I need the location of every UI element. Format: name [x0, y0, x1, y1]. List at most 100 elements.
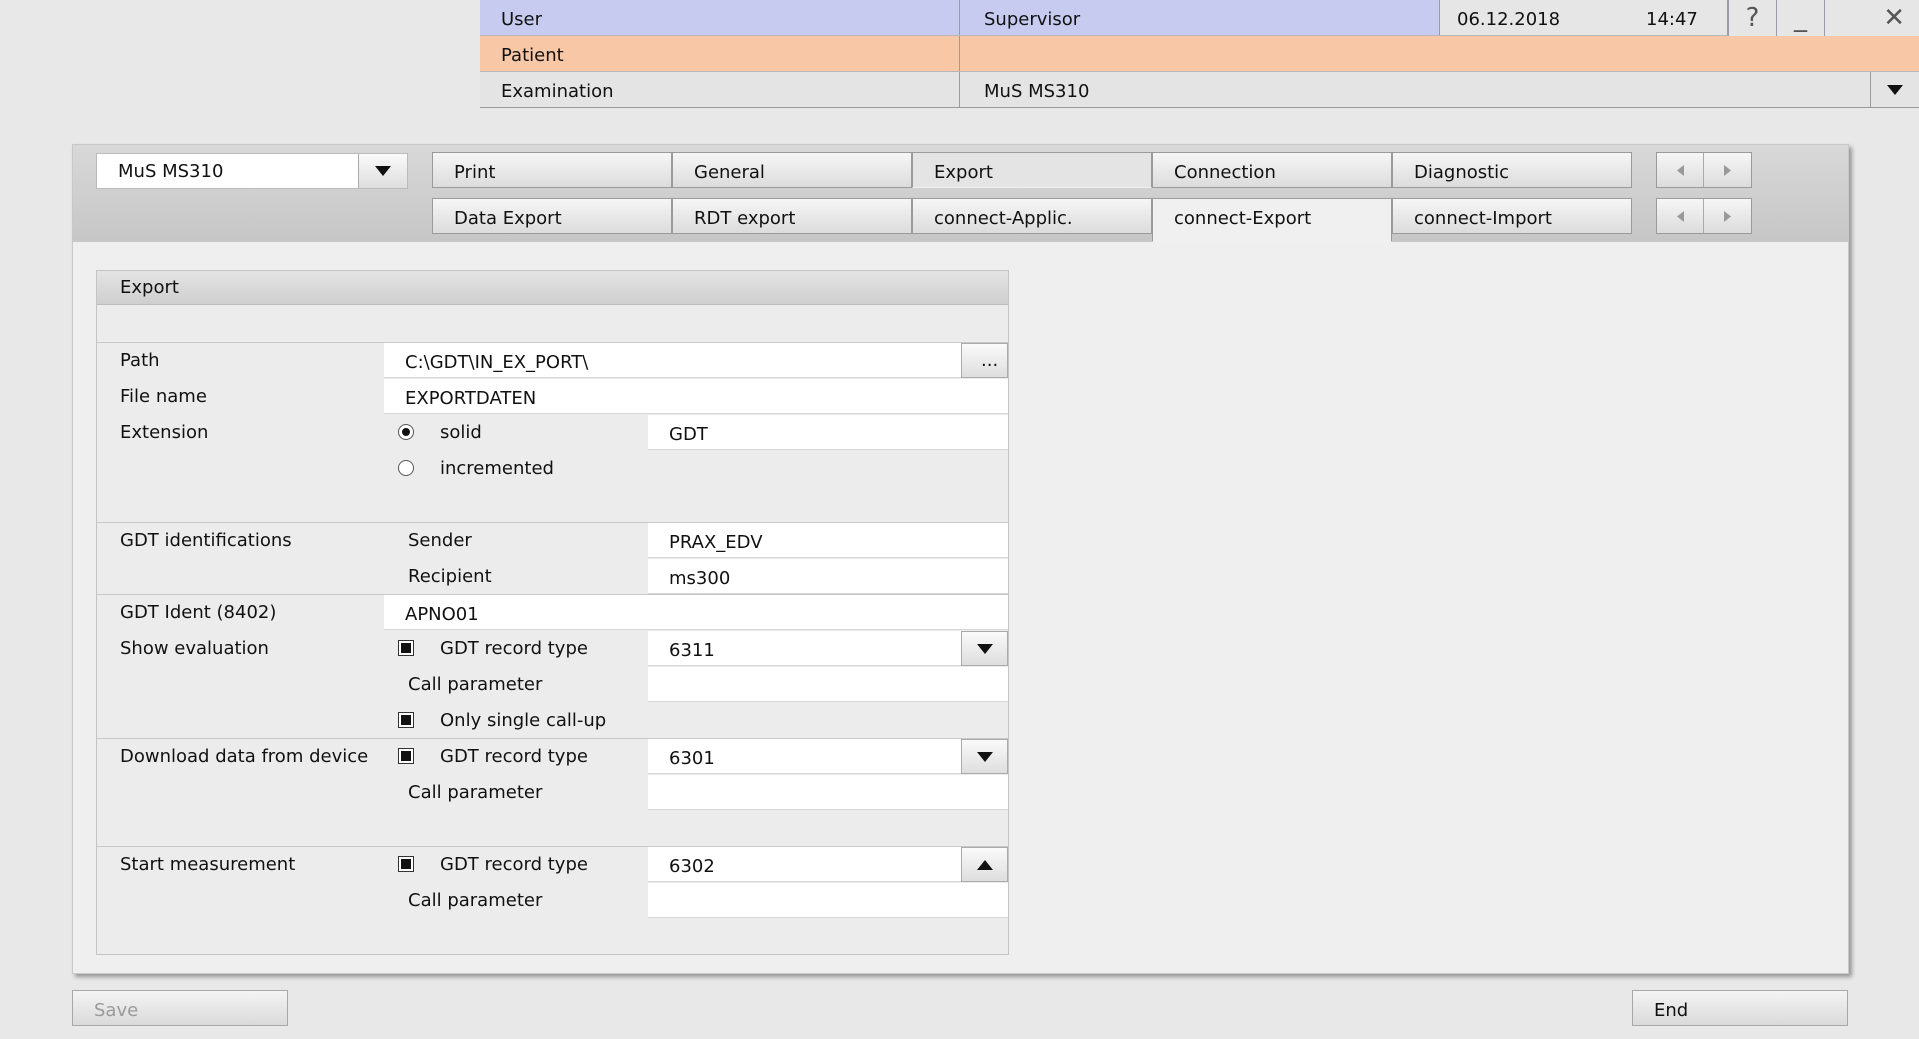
download-callparam-label: Call parameter [408, 782, 543, 803]
end-button[interactable]: End [1632, 990, 1848, 1026]
user-value-cell: Supervisor [960, 0, 1440, 35]
examination-label-cell: Examination [480, 72, 960, 107]
download-callparam-input[interactable] [648, 775, 1008, 810]
tab-label: RDT export [694, 208, 796, 229]
tab-print[interactable]: Print [432, 152, 672, 188]
tab-export[interactable]: Export [912, 152, 1152, 188]
extension-solid-input[interactable]: GDT [648, 415, 1008, 450]
recipient-input[interactable]: ms300 [648, 559, 1008, 594]
start-callparam-input[interactable] [648, 883, 1008, 918]
show-evaluation-record-select[interactable]: 6311 [648, 631, 1008, 666]
tab-diagnostic[interactable]: Diagnostic [1392, 152, 1632, 188]
extension-solid-label: solid [440, 422, 482, 443]
patient-label: Patient [501, 45, 564, 66]
user-row: User Supervisor 06.12.2018 14:47 ? _ ✕ [480, 0, 1919, 36]
device-select[interactable]: MuS MS310 [96, 153, 408, 189]
tab-data-export[interactable]: Data Export [432, 198, 672, 234]
save-button[interactable]: Save [72, 990, 288, 1026]
device-dropdown-button[interactable] [358, 154, 407, 188]
filename-input[interactable]: EXPORTDATEN [384, 379, 1008, 414]
save-button-label: Save [94, 1000, 139, 1021]
extension-label: Extension [120, 422, 209, 443]
download-record-value: 6301 [669, 748, 715, 769]
show-evaluation-record-label: GDT record type [440, 638, 588, 659]
gdt-ident-8402-input[interactable]: APNO01 [384, 595, 1008, 630]
patient-value-cell [960, 36, 1919, 71]
download-checkbox[interactable] [398, 748, 414, 764]
help-button[interactable]: ? [1728, 0, 1776, 36]
user-value: Supervisor [984, 9, 1081, 30]
start-record-value: 6302 [669, 856, 715, 877]
end-button-label: End [1654, 1000, 1689, 1021]
datetime-cell: 06.12.2018 14:47 [1440, 0, 1728, 35]
start-record-select[interactable]: 6302 [648, 847, 1008, 882]
chevron-down-icon [375, 166, 391, 176]
close-button[interactable]: ✕ [1824, 0, 1919, 36]
extension-solid-radio[interactable] [398, 424, 414, 440]
start-callparam-label: Call parameter [408, 890, 543, 911]
show-evaluation-callparam-input[interactable] [648, 667, 1008, 702]
filename-label: File name [120, 386, 207, 407]
tab-label: connect-Import [1414, 208, 1552, 229]
tab-connect-applic[interactable]: connect-Applic. [912, 198, 1152, 234]
sender-input[interactable]: PRAX_EDV [648, 523, 1008, 558]
sender-label: Sender [408, 530, 472, 551]
arrow-left-icon [1676, 164, 1684, 176]
user-label-cell: User [480, 0, 960, 35]
single-callup-label: Only single call-up [440, 710, 607, 731]
arrow-left-icon [1676, 210, 1684, 222]
tab-connect-import[interactable]: connect-Import [1392, 198, 1632, 234]
minimize-button[interactable]: _ [1776, 0, 1824, 36]
tab-general[interactable]: General [672, 152, 912, 188]
minimize-icon: _ [1794, 3, 1807, 33]
filename-value: EXPORTDATEN [405, 388, 537, 409]
time-text: 14:47 [1646, 9, 1698, 30]
tab-connection[interactable]: Connection [1152, 152, 1392, 188]
start-measurement-checkbox[interactable] [398, 856, 414, 872]
sender-value: PRAX_EDV [669, 532, 763, 553]
start-dropdown-button[interactable] [961, 847, 1008, 882]
scroll-left-button[interactable] [1657, 153, 1704, 187]
download-dropdown-button[interactable] [961, 739, 1008, 774]
show-evaluation-record-value: 6311 [669, 640, 715, 661]
browse-button-label: ... [981, 350, 999, 371]
start-record-label: GDT record type [440, 854, 588, 875]
show-evaluation-dropdown-button[interactable] [961, 631, 1008, 666]
extension-solid-value: GDT [669, 424, 708, 445]
recipient-label: Recipient [408, 566, 492, 587]
show-evaluation-checkbox[interactable] [398, 640, 414, 656]
single-callup-checkbox[interactable] [398, 712, 414, 728]
arrow-right-icon [1724, 210, 1731, 222]
date-text: 06.12.2018 [1457, 9, 1561, 30]
examination-select[interactable]: MuS MS310 [960, 72, 1919, 108]
show-evaluation-label: Show evaluation [120, 638, 269, 659]
export-group-title: Export [120, 277, 179, 298]
tab-rdt-export[interactable]: RDT export [672, 198, 912, 234]
chevron-down-icon [1887, 85, 1903, 95]
gdt-ident-8402-value: APNO01 [405, 604, 479, 625]
tab-label: Print [454, 162, 496, 183]
arrow-right-icon [1724, 164, 1731, 176]
path-value: C:\GDT\IN_EX_PORT\ [405, 352, 589, 373]
examination-dropdown-button[interactable] [1870, 72, 1919, 108]
scroll-right-button[interactable] [1704, 199, 1751, 233]
scroll-right-button[interactable] [1704, 153, 1751, 187]
start-measurement-label: Start measurement [120, 854, 296, 875]
examination-value: MuS MS310 [984, 81, 1090, 102]
chevron-down-icon [976, 751, 993, 762]
path-input[interactable]: C:\GDT\IN_EX_PORT\ [384, 343, 961, 378]
browse-path-button[interactable]: ... [961, 343, 1008, 378]
download-label: Download data from device [120, 746, 369, 767]
path-label: Path [120, 350, 160, 371]
tab-label: Data Export [454, 208, 562, 229]
chevron-down-icon [976, 643, 993, 654]
download-record-select[interactable]: 6301 [648, 739, 1008, 774]
tab-connect-export[interactable]: connect-Export [1152, 198, 1392, 242]
extension-incremented-radio[interactable] [398, 460, 414, 476]
chevron-up-icon [976, 859, 993, 870]
patient-label-cell: Patient [480, 36, 960, 71]
show-evaluation-callparam-label: Call parameter [408, 674, 543, 695]
scroll-left-button[interactable] [1657, 199, 1704, 233]
export-group-header: Export [97, 271, 1008, 305]
tab-label: Connection [1174, 162, 1276, 183]
